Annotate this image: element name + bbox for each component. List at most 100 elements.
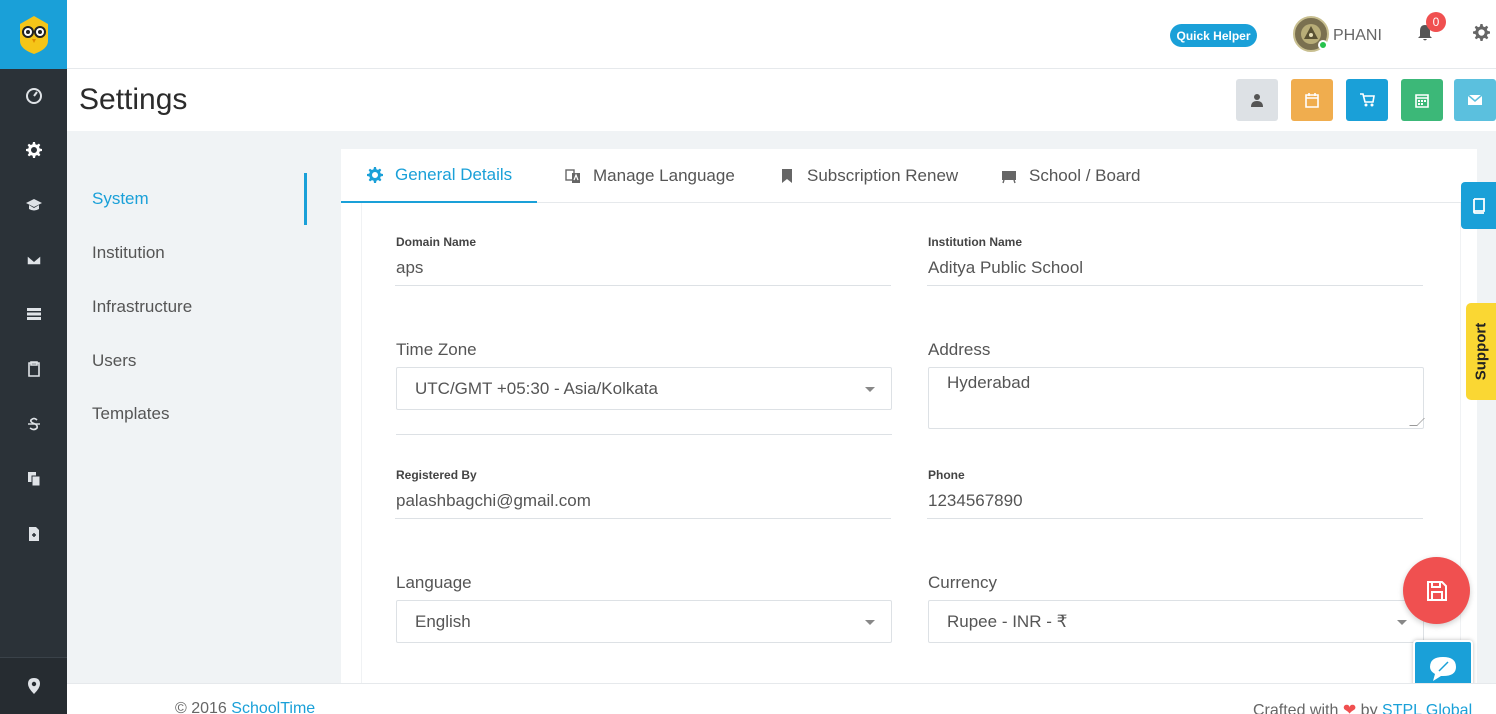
quick-helper-button[interactable]: Quick Helper xyxy=(1170,24,1257,47)
chevron-down-icon xyxy=(865,387,875,392)
currency-label: Currency xyxy=(928,573,997,592)
rail-finance[interactable] xyxy=(0,409,67,439)
brand-link[interactable]: SchoolTime xyxy=(231,700,315,714)
nav-item-users[interactable]: Users xyxy=(92,351,136,371)
rail-location[interactable] xyxy=(0,657,67,714)
board-icon xyxy=(1002,171,1016,184)
footer-copyright: © 2016 SchoolTime xyxy=(175,700,315,714)
bookmark-icon xyxy=(782,169,792,183)
icon-rail xyxy=(0,0,67,714)
app-logo[interactable] xyxy=(0,0,67,69)
dashboard-icon xyxy=(25,88,42,104)
language-select[interactable]: English xyxy=(396,600,892,643)
book-icon xyxy=(1472,197,1485,214)
clipboard-icon xyxy=(27,361,40,377)
institution-name-value: Aditya Public School xyxy=(928,258,1083,277)
strikethrough-s-icon xyxy=(27,417,40,431)
gear-icon xyxy=(25,142,42,158)
location-pin-icon xyxy=(27,678,40,694)
nav-item-infrastructure[interactable]: Infrastructure xyxy=(92,297,192,317)
language-label: Language xyxy=(396,573,472,592)
rail-documents[interactable] xyxy=(0,464,67,494)
currency-select[interactable]: Rupee - INR - ₹ xyxy=(928,600,1424,643)
nav-item-institution[interactable]: Institution xyxy=(92,243,165,263)
copyright-text: © 2016 xyxy=(175,700,232,714)
tab-subscription-renew[interactable]: Subscription Renew xyxy=(779,149,958,203)
footer: © 2016 SchoolTime Crafted with ❤ by STPL… xyxy=(67,683,1496,714)
registered-by-value: palashbagchi@gmail.com xyxy=(396,491,591,510)
tab-label: General Details xyxy=(395,165,513,184)
copy-icon xyxy=(27,472,40,487)
calendar-button[interactable] xyxy=(1291,79,1333,121)
company-link[interactable]: STPL Global xyxy=(1382,702,1472,714)
settings-card: General Details Manage Language Subscrip… xyxy=(341,149,1477,689)
tab-school-board[interactable]: School / Board xyxy=(1001,149,1141,203)
language-value: English xyxy=(415,611,471,631)
resize-grip-icon[interactable] xyxy=(1409,418,1425,426)
user-name[interactable]: PHANI xyxy=(1333,27,1382,45)
address-textarea[interactable]: Hyderabad xyxy=(928,367,1425,429)
gear-icon xyxy=(1473,24,1490,41)
tab-label: Manage Language xyxy=(593,166,735,185)
rail-reports[interactable] xyxy=(0,519,67,549)
schedule-button[interactable] xyxy=(1401,79,1443,121)
translate-icon xyxy=(565,169,580,183)
nav-item-templates[interactable]: Templates xyxy=(92,404,169,424)
floppy-disk-icon xyxy=(1426,580,1447,601)
cart-icon xyxy=(1360,93,1375,107)
tab-manage-language[interactable]: Manage Language xyxy=(565,149,735,203)
save-button[interactable] xyxy=(1403,557,1470,624)
rail-academics[interactable] xyxy=(0,190,67,220)
settings-button[interactable] xyxy=(1473,24,1490,46)
top-header: Quick Helper PHANI 0 xyxy=(67,0,1496,69)
domain-name-underline xyxy=(395,285,891,286)
domain-name-underline xyxy=(396,434,892,435)
phone-value: 1234567890 xyxy=(928,491,1023,510)
file-icon xyxy=(28,527,39,541)
tab-label: Subscription Renew xyxy=(807,166,959,185)
guide-button[interactable] xyxy=(1461,182,1496,229)
address-value: Hyderabad xyxy=(947,373,1031,392)
cart-button[interactable] xyxy=(1346,79,1388,121)
domain-name-label: Domain Name xyxy=(396,235,477,249)
server-icon xyxy=(26,308,41,320)
chevron-down-icon xyxy=(1397,620,1407,625)
time-zone-select[interactable]: UTC/GMT +05:30 - Asia/Kolkata xyxy=(396,367,892,410)
rail-settings[interactable] xyxy=(0,135,67,165)
phone-label: Phone xyxy=(928,468,965,482)
registered-by-underline xyxy=(395,518,891,519)
footer-credit: Crafted with ❤ by STPL Global xyxy=(1253,700,1472,714)
graduation-cap-icon xyxy=(25,199,42,211)
support-tab[interactable]: Support xyxy=(1466,303,1496,400)
page-header: Settings xyxy=(67,69,1496,131)
registered-by-label: Registered By xyxy=(396,468,477,482)
crafted-text: Crafted with xyxy=(1253,702,1343,714)
general-details-form: Domain Name aps Institution Name Aditya … xyxy=(361,203,1461,689)
rail-dashboard[interactable] xyxy=(0,81,67,111)
institution-name-underline xyxy=(927,285,1423,286)
online-status-dot xyxy=(1318,40,1328,50)
profile-button[interactable] xyxy=(1236,79,1278,121)
notification-badge: 0 xyxy=(1426,12,1446,32)
rail-clipboard[interactable] xyxy=(0,354,67,384)
page-title: Settings xyxy=(79,83,188,116)
tab-bar: General Details Manage Language Subscrip… xyxy=(341,149,1477,203)
settings-nav: System Institution Infrastructure Users … xyxy=(67,131,341,683)
domain-name-value: aps xyxy=(396,258,424,277)
mail-icon xyxy=(25,254,42,266)
calendar-grid-icon xyxy=(1415,94,1429,108)
gear-icon xyxy=(367,167,383,183)
user-icon xyxy=(1251,94,1263,107)
time-zone-value: UTC/GMT +05:30 - Asia/Kolkata xyxy=(415,378,658,398)
nav-item-system[interactable]: System xyxy=(92,189,149,209)
calendar-icon xyxy=(1305,93,1319,108)
mail-button[interactable] xyxy=(1454,79,1496,121)
mail-icon xyxy=(1467,94,1483,105)
tab-general-details[interactable]: General Details xyxy=(341,149,537,203)
time-zone-label: Time Zone xyxy=(396,340,477,359)
heart-icon: ❤ xyxy=(1342,702,1357,714)
owl-logo-icon xyxy=(19,15,48,54)
rail-messages[interactable] xyxy=(0,245,67,275)
rail-infrastructure[interactable] xyxy=(0,299,67,329)
institution-name-label: Institution Name xyxy=(928,235,1023,249)
